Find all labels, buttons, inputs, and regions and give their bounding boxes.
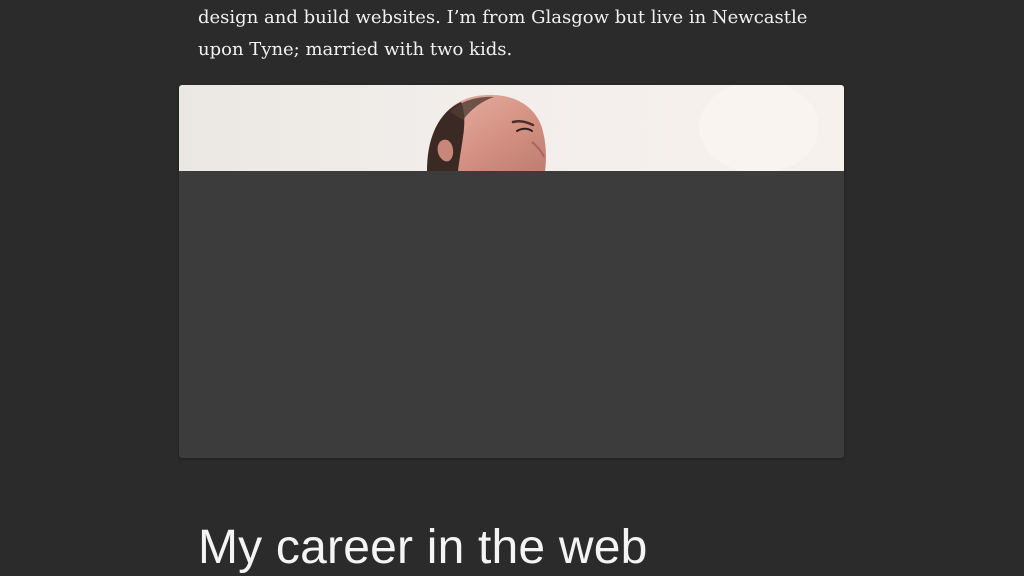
career-heading: My career in the web [198, 521, 648, 574]
intro-paragraph: design and build websites. I’m from Glas… [198, 2, 838, 66]
person-portrait-image [427, 85, 819, 171]
intro-line-1: design and build websites. I’m from Glas… [198, 7, 808, 28]
portrait-photo [179, 85, 844, 171]
intro-line-2: upon Tyne; married with two kids. [198, 39, 513, 60]
portrait-photo-card [179, 85, 844, 458]
image-placeholder [179, 171, 844, 458]
